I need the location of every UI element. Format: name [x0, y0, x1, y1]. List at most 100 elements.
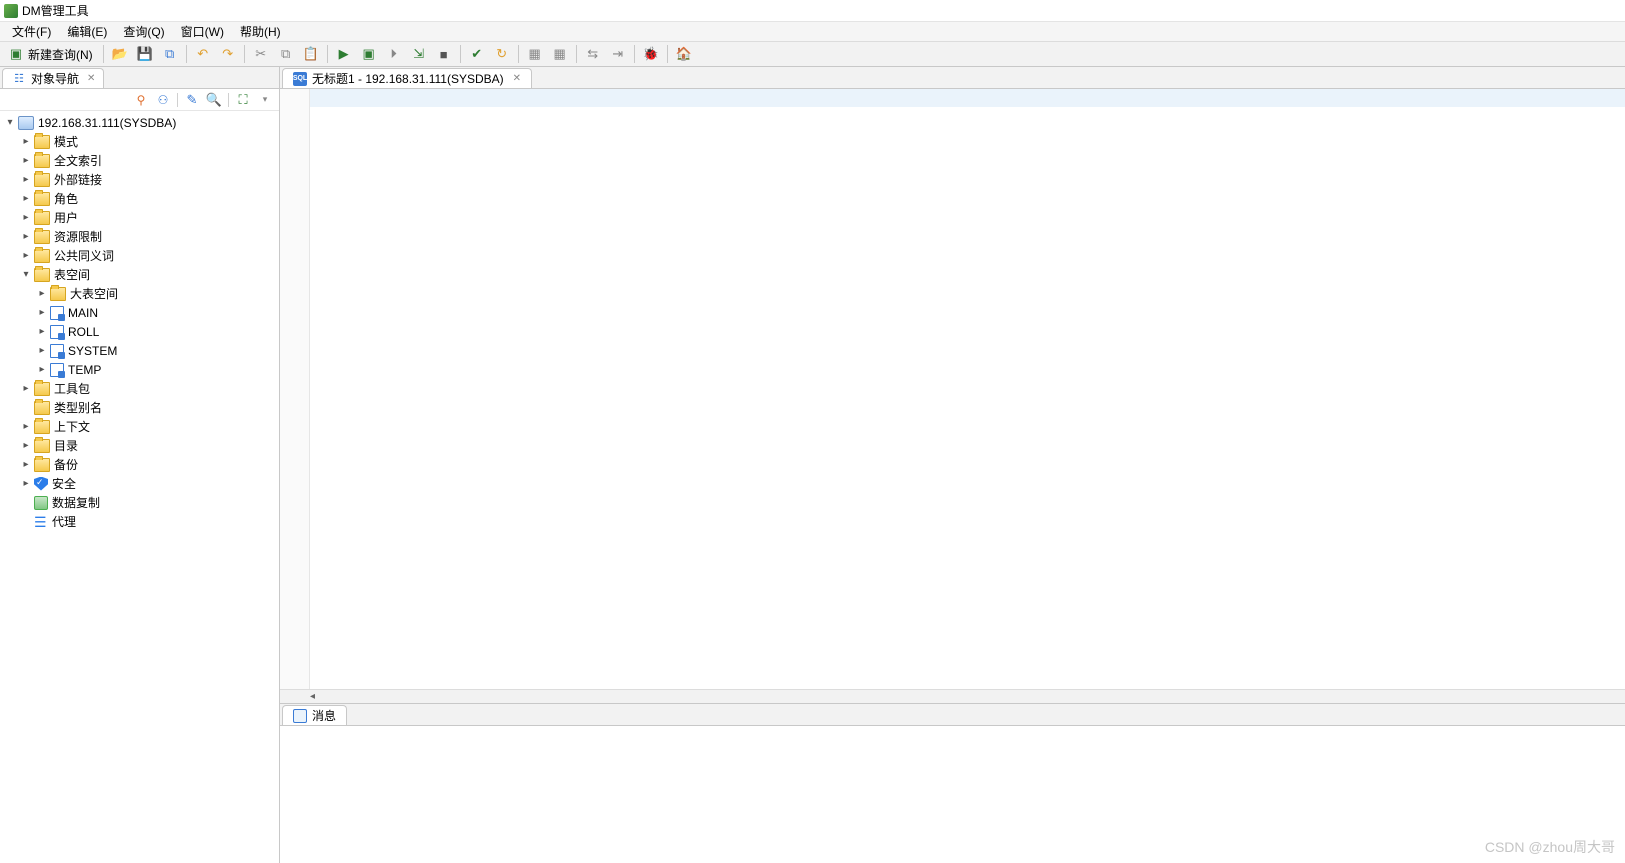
tree-item-catalog[interactable]: 目录 — [0, 436, 279, 455]
twisty-icon[interactable] — [18, 267, 34, 283]
tree-item-replication[interactable]: 数据复制 — [0, 493, 279, 512]
twisty-icon[interactable] — [34, 362, 50, 378]
twisty-icon[interactable] — [18, 153, 34, 169]
tree-item-synonym[interactable]: 公共同义词 — [0, 246, 279, 265]
sql-editor[interactable] — [280, 89, 1625, 689]
save-all-button[interactable]: ⧉ — [158, 43, 182, 65]
tree-item-external[interactable]: 外部链接 — [0, 170, 279, 189]
menu-button[interactable]: ▾ — [255, 91, 275, 109]
open-button[interactable]: 📂 — [108, 43, 132, 65]
tree-label: TEMP — [68, 363, 101, 377]
expand-button[interactable]: ⛶ — [233, 91, 253, 109]
rollback-button[interactable]: ↻ — [490, 43, 514, 65]
tablespace-icon — [50, 344, 64, 358]
twisty-icon[interactable] — [34, 324, 50, 340]
menu-edit[interactable]: 编辑(E) — [59, 21, 115, 42]
twisty-icon[interactable] — [18, 191, 34, 207]
twisty-icon[interactable] — [18, 476, 34, 492]
tree-item-ts-main[interactable]: MAIN — [0, 303, 279, 322]
twisty-icon[interactable] — [18, 134, 34, 150]
menu-window[interactable]: 窗口(W) — [173, 21, 232, 42]
home-button[interactable]: 🏠 — [672, 43, 696, 65]
home-icon: 🏠 — [676, 46, 692, 62]
main-toolbar: ▣ 新建查询(N) 📂 💾 ⧉ ↶ ↷ ✂ ⧉ 📋 ▶ ▣ ⏵ ⇲ ■ ✔ ↻ … — [0, 42, 1625, 67]
twisty-icon[interactable] — [18, 210, 34, 226]
editor-tabs: SQL 无标题1 - 192.168.31.111(SYSDBA) ✕ — [280, 67, 1625, 89]
tree-item-context[interactable]: 上下文 — [0, 417, 279, 436]
scroll-left-icon[interactable]: ◂ — [310, 691, 315, 702]
paste-button[interactable]: 📋 — [299, 43, 323, 65]
close-icon[interactable]: ✕ — [87, 73, 95, 84]
explain-button[interactable]: ⏵ — [382, 43, 406, 65]
tree-item-ts-temp[interactable]: TEMP — [0, 360, 279, 379]
tree-label: ROLL — [68, 325, 99, 339]
filter-button[interactable]: ⚇ — [153, 91, 173, 109]
tree-item-backup[interactable]: 备份 — [0, 455, 279, 474]
bug-icon: 🐞 — [643, 46, 659, 62]
menu-file[interactable]: 文件(F) — [4, 21, 59, 42]
save-button[interactable]: 💾 — [133, 43, 157, 65]
twisty-icon[interactable] — [2, 115, 18, 131]
next-button[interactable]: ⇥ — [606, 43, 630, 65]
run-button[interactable]: ▶ — [332, 43, 356, 65]
cut-button[interactable]: ✂ — [249, 43, 273, 65]
tree-item-toolkit[interactable]: 工具包 — [0, 379, 279, 398]
twisty-icon[interactable] — [34, 286, 50, 302]
twisty-icon[interactable] — [18, 419, 34, 435]
edit-button[interactable]: ✎ — [182, 91, 202, 109]
menu-help[interactable]: 帮助(H) — [232, 21, 289, 42]
twisty-icon[interactable] — [18, 248, 34, 264]
twisty-icon[interactable] — [18, 381, 34, 397]
copy-button[interactable]: ⧉ — [274, 43, 298, 65]
new-query-icon: ▣ — [8, 46, 24, 62]
check-button[interactable]: ✔ — [465, 43, 489, 65]
grid1-button[interactable]: ▦ — [523, 43, 547, 65]
search-button[interactable]: 🔍 — [204, 91, 224, 109]
tree-item-ts-roll[interactable]: ROLL — [0, 322, 279, 341]
tree-label: 大表空间 — [70, 285, 118, 302]
object-tree[interactable]: 192.168.31.111(SYSDBA) 模式 全文索引 外部链接 角色 — [0, 111, 279, 863]
expand-icon: ⛶ — [235, 92, 251, 108]
tree-item-schema[interactable]: 模式 — [0, 132, 279, 151]
twisty-icon[interactable] — [18, 229, 34, 245]
twisty-icon[interactable] — [18, 172, 34, 188]
tree-item-resource[interactable]: 资源限制 — [0, 227, 279, 246]
menu-query[interactable]: 查询(Q) — [115, 21, 172, 42]
grid2-button[interactable]: ▦ — [548, 43, 572, 65]
tree-item-tablespace[interactable]: 表空间 — [0, 265, 279, 284]
close-icon[interactable]: ✕ — [513, 73, 521, 84]
debug-button[interactable]: 🐞 — [639, 43, 663, 65]
twisty-icon[interactable] — [34, 305, 50, 321]
twisty-icon[interactable] — [18, 457, 34, 473]
link-button[interactable]: ⚲ — [131, 91, 151, 109]
swap-button[interactable]: ⇆ — [581, 43, 605, 65]
editor-tab-title: 无标题1 - 192.168.31.111(SYSDBA) — [312, 70, 504, 87]
object-navigator-tab[interactable]: ☷ 对象导航 ✕ — [2, 68, 104, 88]
tree-item-roles[interactable]: 角色 — [0, 189, 279, 208]
editor-current-line[interactable] — [310, 89, 1625, 107]
tree-root[interactable]: 192.168.31.111(SYSDBA) — [0, 113, 279, 132]
redo-button[interactable]: ↷ — [216, 43, 240, 65]
tree-label: 目录 — [54, 437, 78, 454]
tree-item-users[interactable]: 用户 — [0, 208, 279, 227]
run-script-button[interactable]: ▣ — [357, 43, 381, 65]
messages-tab[interactable]: 消息 — [282, 705, 347, 725]
tree-item-agent[interactable]: ☰ 代理 — [0, 512, 279, 531]
twisty-icon[interactable] — [34, 343, 50, 359]
tree-label: 模式 — [54, 133, 78, 150]
stop-icon: ■ — [436, 46, 452, 62]
play-script-icon: ▣ — [361, 46, 377, 62]
tree-item-ts-system[interactable]: SYSTEM — [0, 341, 279, 360]
stop-button[interactable]: ■ — [432, 43, 456, 65]
twisty-icon[interactable] — [18, 438, 34, 454]
editor-tab[interactable]: SQL 无标题1 - 192.168.31.111(SYSDBA) ✕ — [282, 68, 532, 88]
tree-item-ts-big[interactable]: 大表空间 — [0, 284, 279, 303]
tree-item-fulltext[interactable]: 全文索引 — [0, 151, 279, 170]
tree-item-typealias[interactable]: 类型别名 — [0, 398, 279, 417]
tree-item-security[interactable]: 安全 — [0, 474, 279, 493]
editor-hscroll[interactable]: ◂ — [280, 689, 1625, 703]
undo-button[interactable]: ↶ — [191, 43, 215, 65]
commit-button[interactable]: ⇲ — [407, 43, 431, 65]
messages-body[interactable] — [280, 726, 1625, 863]
new-query-button[interactable]: ▣ 新建查询(N) — [2, 43, 99, 65]
